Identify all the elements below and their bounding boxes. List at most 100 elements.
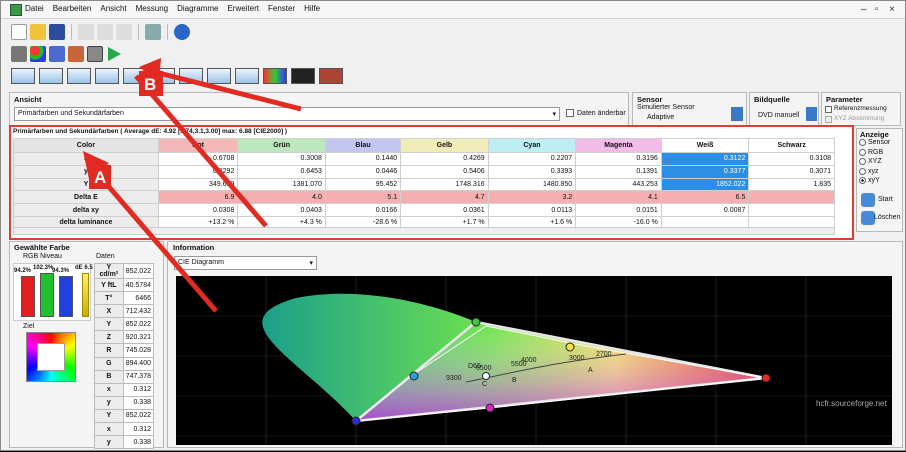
table-cell[interactable] xyxy=(748,190,835,205)
diagram-select[interactable]: CIE Diagramm ▾ xyxy=(174,256,317,270)
table-cell[interactable]: 349.659 xyxy=(157,177,239,192)
table-cell[interactable]: 5.1 xyxy=(324,190,402,205)
table-cell[interactable]: 0.5406 xyxy=(400,164,489,179)
view-graph-12-icon[interactable] xyxy=(319,68,343,84)
table-cell[interactable] xyxy=(748,203,835,217)
column-header[interactable]: Schwarz xyxy=(748,138,835,153)
anzeige-option-0[interactable]: Sensor xyxy=(859,139,890,146)
radio-icon[interactable] xyxy=(859,177,866,184)
column-header[interactable]: Blau xyxy=(324,138,402,153)
camera-icon[interactable] xyxy=(87,46,103,62)
palette-icon[interactable] xyxy=(68,46,84,62)
minimize-icon[interactable]: – xyxy=(861,4,867,15)
column-header[interactable]: Color xyxy=(13,138,159,153)
table-cell[interactable]: 0.3122 xyxy=(660,152,750,166)
anzeige-option-1[interactable]: RGB xyxy=(859,148,883,156)
column-header[interactable]: Rot xyxy=(157,138,239,153)
generator-icon[interactable] xyxy=(49,46,65,62)
table-cell[interactable]: 0.3008 xyxy=(237,152,326,166)
table-cell[interactable]: 0.1391 xyxy=(575,164,662,179)
start-icon[interactable] xyxy=(861,193,875,207)
table-cell[interactable]: 0.0446 xyxy=(324,164,402,179)
view-graph-1-icon[interactable] xyxy=(11,68,35,84)
view-graph-9-icon[interactable] xyxy=(235,68,259,84)
table-cell[interactable]: 4.7 xyxy=(400,190,489,205)
view-graph-2-icon[interactable] xyxy=(39,68,63,84)
menu-4[interactable]: Diagramme xyxy=(177,4,218,13)
radio-icon[interactable] xyxy=(859,158,866,165)
table-scrollbar[interactable] xyxy=(13,227,835,235)
view-graph-6-icon[interactable] xyxy=(151,68,175,84)
table-cell[interactable]: 0.3108 xyxy=(748,152,835,166)
table-cell[interactable]: 0.2207 xyxy=(487,152,577,166)
table-cell[interactable]: 6.5 xyxy=(660,190,750,205)
cut-icon[interactable] xyxy=(78,24,94,40)
table-cell[interactable]: 0.0403 xyxy=(237,203,326,217)
menu-7[interactable]: Hilfe xyxy=(304,4,320,13)
anzeige-option-3[interactable]: xyz xyxy=(859,167,879,175)
view-graph-3-icon[interactable] xyxy=(67,68,91,84)
delete-button[interactable]: Löschen xyxy=(874,214,900,221)
sensor-config-icon[interactable] xyxy=(731,107,743,121)
table-cell[interactable]: 0.3071 xyxy=(748,164,835,179)
table-cell[interactable]: 0.3196 xyxy=(575,152,662,166)
view-select[interactable]: Primärfarben und Sekundärfarben ▾ xyxy=(14,107,560,121)
delete-icon[interactable] xyxy=(861,211,875,225)
table-cell[interactable]: 0.0151 xyxy=(575,203,662,217)
new-file-icon[interactable] xyxy=(11,24,27,40)
paste-icon[interactable] xyxy=(116,24,132,40)
view-graph-4-icon[interactable] xyxy=(95,68,119,84)
copy-icon[interactable] xyxy=(97,24,113,40)
view-graph-8-icon[interactable] xyxy=(207,68,231,84)
table-cell[interactable]: 0.0308 xyxy=(157,203,239,217)
menu-6[interactable]: Fenster xyxy=(268,4,295,13)
open-folder-icon[interactable] xyxy=(30,24,46,40)
table-cell[interactable]: 4.1 xyxy=(575,190,662,205)
bildquelle-value[interactable]: DVD manuell xyxy=(758,112,799,119)
save-icon[interactable] xyxy=(49,24,65,40)
table-cell[interactable]: 1480.850 xyxy=(487,177,577,192)
bildquelle-config-icon[interactable] xyxy=(806,107,817,121)
table-cell[interactable]: 0.4269 xyxy=(400,152,489,166)
table-cell[interactable]: 0.0361 xyxy=(400,203,489,217)
table-cell[interactable]: 0.0113 xyxy=(487,203,577,217)
anzeige-option-2[interactable]: XYZ xyxy=(859,158,882,165)
table-cell[interactable]: 1.835 xyxy=(748,177,835,192)
column-header[interactable]: Magenta xyxy=(575,138,662,153)
help-icon[interactable] xyxy=(174,24,190,40)
print-icon[interactable] xyxy=(145,24,161,40)
table-cell[interactable]: 1381.070 xyxy=(237,177,326,192)
table-cell[interactable]: 6.9 xyxy=(157,190,239,205)
column-header[interactable]: Cyan xyxy=(487,138,577,153)
table-cell[interactable]: 0.0087 xyxy=(660,203,750,217)
restore-icon[interactable]: ▫ xyxy=(875,4,879,15)
sensor-mode[interactable]: Adaptive xyxy=(647,114,674,121)
table-cell[interactable]: 3.2 xyxy=(487,190,577,205)
start-button[interactable]: Start xyxy=(878,196,893,203)
column-header[interactable]: Grün xyxy=(237,138,326,153)
table-cell[interactable]: 0.0166 xyxy=(324,203,402,217)
menu-0[interactable]: Datei xyxy=(25,4,44,13)
table-cell[interactable]: 0.1440 xyxy=(324,152,402,166)
table-cell[interactable]: 95.452 xyxy=(324,177,402,192)
sensor-icon[interactable] xyxy=(11,46,27,62)
referenz-checkbox[interactable] xyxy=(825,106,832,113)
table-cell[interactable]: 0.3393 xyxy=(487,164,577,179)
menu-1[interactable]: Bearbeiten xyxy=(53,4,92,13)
table-cell[interactable]: 0.6708 xyxy=(157,152,239,166)
table-cell[interactable]: 1852.022 xyxy=(660,177,750,192)
menu-2[interactable]: Ansicht xyxy=(100,4,126,13)
table-cell[interactable]: 0.6453 xyxy=(237,164,326,179)
menu-3[interactable]: Messung xyxy=(136,4,168,13)
radio-icon[interactable] xyxy=(859,139,866,146)
view-graph-5-icon[interactable] xyxy=(123,68,147,84)
xyz-checkbox[interactable] xyxy=(825,116,832,123)
anzeige-option-4[interactable]: xyY xyxy=(859,177,880,184)
table-cell[interactable]: 1748.316 xyxy=(400,177,489,192)
menu-5[interactable]: Erweitert xyxy=(227,4,259,13)
radio-icon[interactable] xyxy=(859,167,866,175)
view-graph-11-icon[interactable] xyxy=(291,68,315,84)
view-graph-10-icon[interactable] xyxy=(263,68,287,84)
color-pattern-icon[interactable] xyxy=(30,46,46,62)
column-header[interactable]: Gelb xyxy=(400,138,489,153)
